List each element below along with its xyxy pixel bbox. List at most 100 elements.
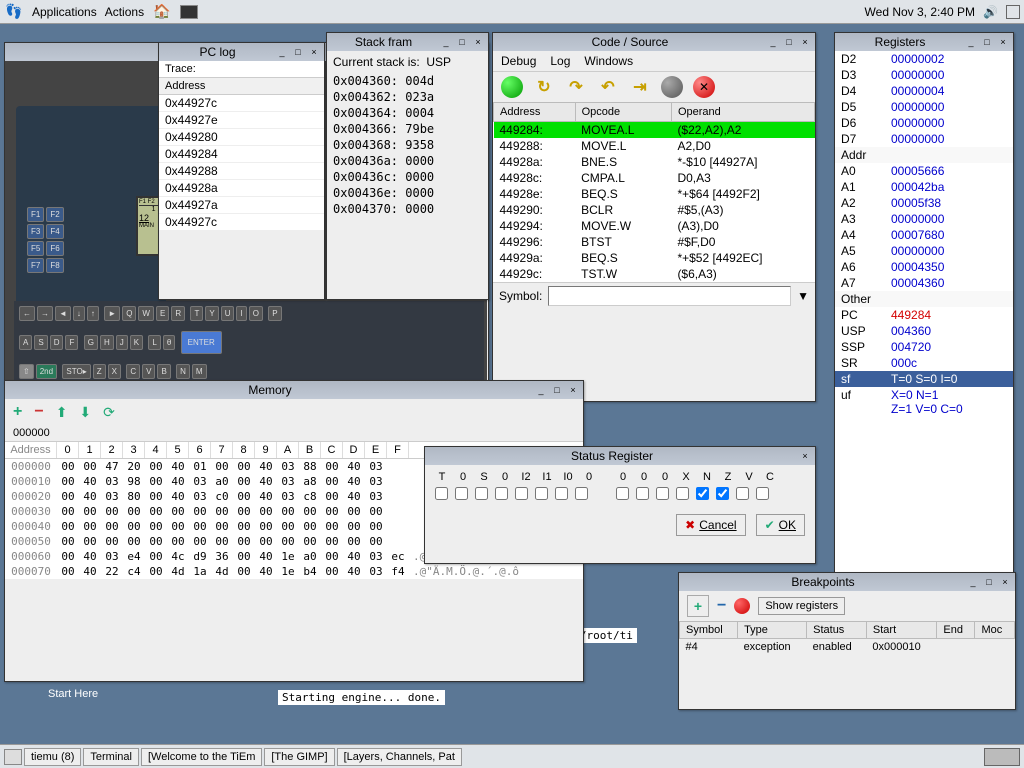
panel-applet-icon[interactable] [1006, 5, 1020, 19]
mem-col[interactable]: 3 [123, 442, 145, 458]
stack-row[interactable]: 0x00436c: 0000 [327, 169, 488, 185]
sr-flag-checkbox[interactable] [475, 487, 488, 500]
stack-row[interactable]: 0x004368: 9358 [327, 137, 488, 153]
pclog-row[interactable]: 0x449280 [159, 129, 324, 146]
mem-col[interactable]: 4 [145, 442, 167, 458]
code-window[interactable]: Code / Source _□× Debug Log Windows ↻ ↷ … [492, 32, 816, 402]
step-out-button[interactable]: ⇥ [629, 76, 651, 98]
bp-col[interactable]: Moc [975, 622, 1015, 639]
mem-col[interactable]: 7 [211, 442, 233, 458]
up-icon[interactable]: ⬆ [56, 404, 68, 421]
stack-row[interactable]: 0x004364: 0004 [327, 105, 488, 121]
bp-col[interactable]: Status [807, 622, 867, 639]
register-row[interactable]: A700004360 [835, 275, 1013, 291]
code-row[interactable]: 449284:MOVEA.L($22,A2),A2 [494, 122, 815, 139]
sr-flag-checkbox[interactable] [696, 487, 709, 500]
close-button[interactable]: × [797, 35, 813, 49]
stop-button[interactable]: ✕ [693, 76, 715, 98]
bp-cell[interactable]: 0x000010 [866, 639, 937, 656]
step-into-button[interactable]: ↻ [533, 76, 555, 98]
refresh-icon[interactable]: ⟳ [103, 404, 115, 421]
down-icon[interactable]: ⬇ [79, 404, 91, 421]
mem-col[interactable]: F [387, 442, 409, 458]
bp-col[interactable]: End [937, 622, 975, 639]
bp-col[interactable]: Type [738, 622, 807, 639]
minimize-button[interactable]: _ [274, 45, 290, 59]
bp-cell[interactable] [975, 639, 1015, 656]
bp-cell[interactable]: exception [738, 639, 807, 656]
memory-row[interactable]: 000070004022c4004d1a4d00401eb4004003f4.@… [5, 564, 583, 579]
taskbar-item[interactable]: Terminal [83, 748, 139, 766]
stack-row[interactable]: 0x00436e: 0000 [327, 185, 488, 201]
mem-col[interactable]: 6 [189, 442, 211, 458]
maximize-button[interactable]: □ [290, 45, 306, 59]
mem-col[interactable]: 1 [79, 442, 101, 458]
mem-col[interactable]: D [343, 442, 365, 458]
start-here-label[interactable]: Start Here [48, 688, 98, 700]
bp-col[interactable]: Start [866, 622, 937, 639]
sr-flag-checkbox[interactable] [535, 487, 548, 500]
run-button[interactable] [501, 76, 523, 98]
home-icon[interactable]: 🏠 [152, 2, 172, 22]
mem-col[interactable]: 5 [167, 442, 189, 458]
registers-window[interactable]: Registers _□× D200000002D300000000D40000… [834, 32, 1014, 580]
memory-address-input[interactable]: 000000 [5, 425, 583, 441]
breakpoints-window[interactable]: Breakpoints _□× + − Show registers Symbo… [678, 572, 1016, 710]
register-row[interactable]: A600004350 [835, 259, 1013, 275]
mem-col[interactable]: B [299, 442, 321, 458]
stack-row[interactable]: 0x004370: 0000 [327, 201, 488, 217]
register-row[interactable]: A1000042ba [835, 179, 1013, 195]
bp-cell[interactable] [937, 639, 975, 656]
menu-log[interactable]: Log [550, 54, 570, 68]
menu-debug[interactable]: Debug [501, 54, 536, 68]
pclog-window[interactable]: PC log _□× Trace: Address 0x44927c0x4492… [158, 42, 325, 300]
register-row[interactable]: PC449284 [835, 307, 1013, 323]
show-registers-button[interactable]: Show registers [758, 597, 845, 615]
register-row[interactable]: D600000000 [835, 115, 1013, 131]
sr-flag-checkbox[interactable] [756, 487, 769, 500]
ok-button[interactable]: ✔OK [756, 514, 805, 536]
workspace-switcher[interactable] [984, 748, 1020, 766]
mem-col[interactable]: A [277, 442, 299, 458]
register-row[interactable]: ufX=0 N=1Z=1 V=0 C=0 [835, 387, 1013, 417]
minimize-button[interactable]: _ [533, 383, 549, 397]
code-row[interactable]: 44929a:BEQ.S*+$52 [4492EC] [494, 250, 815, 266]
minimize-button[interactable]: _ [438, 35, 454, 49]
pclog-col-address[interactable]: Address [159, 78, 324, 95]
mem-col[interactable]: C [321, 442, 343, 458]
maximize-button[interactable]: □ [981, 575, 997, 589]
col-opcode[interactable]: Opcode [575, 103, 671, 122]
remove-breakpoint-button[interactable]: − [717, 597, 726, 615]
sr-flag-checkbox[interactable] [515, 487, 528, 500]
pclog-row[interactable]: 0x44927c [159, 95, 324, 112]
close-button[interactable]: × [565, 383, 581, 397]
sr-flag-checkbox[interactable] [435, 487, 448, 500]
volume-icon[interactable]: 🔊 [983, 5, 998, 19]
register-row[interactable]: A000005666 [835, 163, 1013, 179]
stack-row[interactable]: 0x004366: 79be [327, 121, 488, 137]
register-row[interactable]: D300000000 [835, 67, 1013, 83]
code-row[interactable]: 44929c:TST.W($6,A3) [494, 266, 815, 282]
pclog-row[interactable]: 0x44928a [159, 180, 324, 197]
pclog-row[interactable]: 0x44927a [159, 197, 324, 214]
close-button[interactable]: × [995, 35, 1011, 49]
maximize-button[interactable]: □ [454, 35, 470, 49]
add-breakpoint-button[interactable]: + [687, 595, 709, 617]
mem-col[interactable]: 0 [57, 442, 79, 458]
col-address[interactable]: Address [494, 103, 576, 122]
register-row[interactable]: SR000c [835, 355, 1013, 371]
taskbar-item[interactable]: [The GIMP] [264, 748, 334, 766]
sr-flag-checkbox[interactable] [555, 487, 568, 500]
sr-flag-checkbox[interactable] [736, 487, 749, 500]
code-row[interactable]: 449290:BCLR#$5,(A3) [494, 202, 815, 218]
bp-cell[interactable]: #4 [680, 639, 738, 656]
dropdown-icon[interactable]: ▼ [797, 289, 809, 303]
breakpoint-button[interactable] [661, 76, 683, 98]
bp-col[interactable]: Symbol [680, 622, 738, 639]
register-row[interactable]: sfT=0 S=0 I=0 [835, 371, 1013, 387]
register-row[interactable]: D400000004 [835, 83, 1013, 99]
pclog-row[interactable]: 0x449288 [159, 163, 324, 180]
terminal-launcher-icon[interactable] [180, 5, 198, 19]
sr-flag-checkbox[interactable] [716, 487, 729, 500]
stack-row[interactable]: 0x004360: 004d [327, 73, 488, 89]
